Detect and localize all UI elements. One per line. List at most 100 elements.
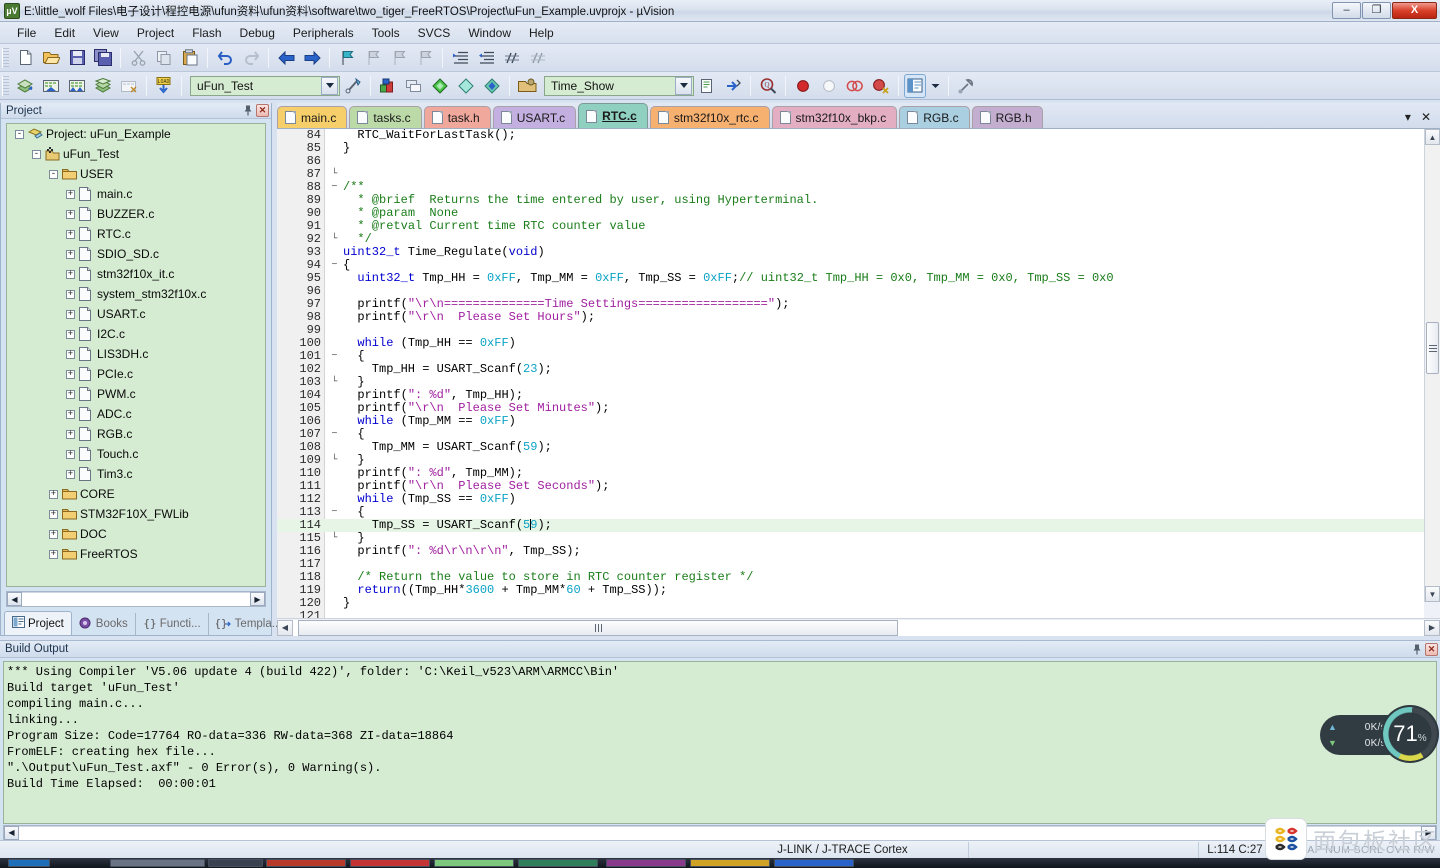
expand-icon[interactable]: + [66,229,75,239]
project-tree[interactable]: - Project: uFun_Example - uFun_Test - USER + ma… [6,123,266,587]
taskbar-start-button[interactable] [8,859,50,867]
save-all-icon[interactable] [91,46,115,70]
fold-marker[interactable]: − [326,350,343,363]
editor-tab-stm32f10x-bkp-c[interactable]: stm32f10x_bkp.c [771,106,898,128]
tree-item-buzzer-c[interactable]: + BUZZER.c [7,204,265,224]
window-layout-dropdown-icon[interactable] [928,74,943,98]
uncomment-icon[interactable] [526,46,550,70]
menu-item-file[interactable]: File [8,24,45,42]
expand-icon[interactable]: + [66,309,75,319]
indent-icon[interactable] [448,46,472,70]
svcs-icon[interactable] [454,74,478,98]
code-line[interactable]: 121 [277,610,1424,619]
scroll-right-icon[interactable]: ▶ [1424,619,1440,636]
target-options-icon[interactable] [341,74,365,98]
code-line[interactable]: 100 while (Tmp_HH == 0xFF) [277,337,1424,350]
stop-build-icon[interactable] [117,74,141,98]
fold-marker[interactable]: − [326,259,343,272]
fold-marker[interactable]: − [326,428,343,441]
taskbar-item[interactable] [518,859,598,867]
scroll-track[interactable] [19,825,1421,840]
build-output-hscrollbar[interactable]: ◀ ▶ [3,825,1437,840]
menu-item-project[interactable]: Project [128,24,183,42]
collapse-icon[interactable]: - [15,129,24,139]
build-toolbar-grip[interactable] [2,75,9,96]
fold-marker[interactable]: − [326,181,343,194]
editor-horizontal-scrollbar[interactable]: ◀ ▶ [277,618,1440,636]
cpu-usage-widget[interactable]: 71 % [1381,705,1439,763]
panel-tab-books[interactable]: Books [72,613,136,635]
taskbar-item[interactable] [110,859,205,867]
tree-item-pcie-c[interactable]: + PCIe.c [7,364,265,384]
code-line[interactable]: 108 Tmp_MM = USART_Scanf(59); [277,441,1424,454]
code-line[interactable]: 102 Tmp_HH = USART_Scanf(23); [277,363,1424,376]
tree-item-lis3dh-c[interactable]: + LIS3DH.c [7,344,265,364]
tree-item-tim3-c[interactable]: + Tim3.c [7,464,265,484]
menu-item-view[interactable]: View [84,24,128,42]
save-icon[interactable] [65,46,89,70]
menu-item-tools[interactable]: Tools [363,24,409,42]
fold-marker[interactable]: └ [326,233,343,246]
editor-tab-task-h[interactable]: task.h [423,106,491,128]
configure-icon[interactable] [954,74,978,98]
toolbar-grip[interactable] [2,47,9,68]
expand-icon[interactable]: + [66,449,75,459]
taskbar-item[interactable] [350,859,430,867]
cut-icon[interactable] [126,46,150,70]
expand-icon[interactable]: + [66,349,75,359]
editor-tab-tasks-c[interactable]: tasks.c [349,106,422,128]
tree-item-main-c[interactable]: + main.c [7,184,265,204]
comment-icon[interactable] [500,46,524,70]
redo-icon[interactable] [239,46,263,70]
menu-item-window[interactable]: Window [459,24,520,42]
manage-components-icon[interactable] [376,74,400,98]
tree-item-pwm-c[interactable]: + PWM.c [7,384,265,404]
new-file-icon[interactable] [13,46,37,70]
scroll-down-icon[interactable]: ▼ [1425,586,1440,602]
open-file-icon[interactable] [39,46,63,70]
close-icon[interactable]: ✕ [1421,110,1431,124]
taskbar-item[interactable] [774,859,854,867]
tree-item-usart-c[interactable]: + USART.c [7,304,265,324]
expand-icon[interactable]: + [49,549,58,559]
tree-item-adc-c[interactable]: + ADC.c [7,404,265,424]
project-window-icon[interactable] [515,74,539,98]
expand-icon[interactable]: + [66,429,75,439]
panel-tab-functi-[interactable]: {} Functi... [136,613,209,635]
tree-item-project-ufun-example[interactable]: - Project: uFun_Example [7,124,265,144]
code-line[interactable]: 98 printf("\r\n Please Set Hours"); [277,311,1424,324]
scroll-right-icon[interactable]: ▶ [250,592,265,606]
editor-vertical-scrollbar[interactable]: ▲ ▼ [1424,129,1440,602]
manage-run-time-icon[interactable] [402,74,426,98]
insert-breakpoint-icon[interactable] [791,74,815,98]
code-line[interactable]: 119 return((Tmp_HH*3600 + Tmp_MM*60 + Tm… [277,584,1424,597]
build-icon[interactable] [39,74,63,98]
fold-marker[interactable]: − [326,506,343,519]
close-icon[interactable]: ✕ [1425,642,1438,656]
scroll-left-icon[interactable]: ◀ [277,619,293,636]
scroll-left-icon[interactable]: ◀ [7,592,22,606]
chevron-down-icon[interactable] [321,76,338,95]
collapse-icon[interactable]: - [49,169,58,179]
expand-icon[interactable]: + [66,389,75,399]
tree-item-doc[interactable]: + DOC [7,524,265,544]
tree-item-freertos[interactable]: + FreeRTOS [7,544,265,564]
tree-item-rgb-c[interactable]: + RGB.c [7,424,265,444]
menu-item-svcs[interactable]: SVCS [409,24,460,42]
tree-item-rtc-c[interactable]: + RTC.c [7,224,265,244]
batch-build-icon[interactable] [91,74,115,98]
close-button[interactable]: X [1392,2,1437,19]
window-layout-icon[interactable] [904,73,926,98]
download-icon[interactable]: LOAD [152,74,176,98]
minimize-button[interactable]: – [1332,2,1361,19]
code-line[interactable]: 93 uint32_t Time_Regulate(void) [277,246,1424,259]
bookmark-next-icon[interactable] [387,46,411,70]
scroll-up-icon[interactable]: ▲ [1425,129,1440,145]
expand-icon[interactable]: + [66,409,75,419]
taskbar-item[interactable] [434,859,514,867]
expand-icon[interactable]: + [66,369,75,379]
scroll-track[interactable] [22,592,250,606]
goto-definition-icon[interactable] [721,74,745,98]
code-editor[interactable]: 84 RTC_WaitForLastTask(); 85} 86 87 └ 88−/** 8… [277,129,1424,618]
copy-icon[interactable] [152,46,176,70]
